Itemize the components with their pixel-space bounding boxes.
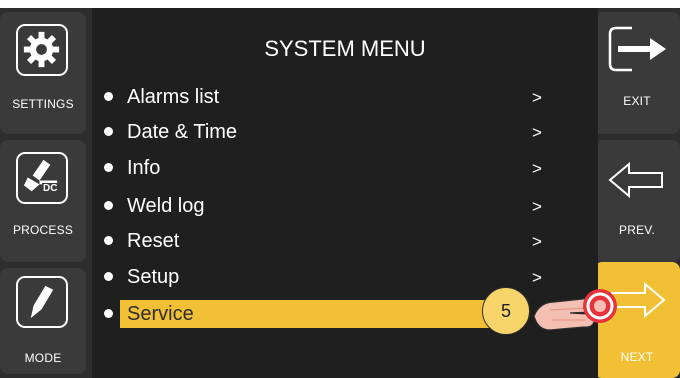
menu-item-label: Weld log xyxy=(127,195,205,217)
mode-button[interactable]: MODE xyxy=(0,268,86,374)
pen-icon xyxy=(30,285,54,319)
menu-item-label: Alarms list xyxy=(127,86,220,108)
exit-label: EXIT xyxy=(623,94,651,108)
pressing-hand-icon xyxy=(533,289,617,331)
next-label: NEXT xyxy=(620,350,654,364)
bullet-icon xyxy=(104,127,113,136)
menu-item-weld-log[interactable]: Weld log > xyxy=(104,194,554,222)
step-number-badge: 5 xyxy=(482,287,530,335)
bullet-icon xyxy=(104,201,113,210)
menu-item-reset[interactable]: Reset > xyxy=(104,229,554,257)
page-title: SYSTEM MENU xyxy=(264,36,426,61)
bullet-icon xyxy=(104,92,113,101)
menu-item-date-time[interactable]: Date & Time > xyxy=(104,120,554,148)
menu-item-label: Info xyxy=(127,157,161,179)
exit-icon xyxy=(608,26,666,72)
dc-badge: DC xyxy=(42,183,59,195)
menu-item-alarms-list[interactable]: Alarms list > xyxy=(104,85,554,113)
chevron-right-icon: > xyxy=(532,232,542,251)
menu-item-label: Date & Time xyxy=(127,121,238,143)
menu-item-label: Reset xyxy=(127,230,180,252)
chevron-right-icon: > xyxy=(532,88,542,107)
process-label: PROCESS xyxy=(12,223,74,237)
bullet-icon xyxy=(104,272,113,281)
process-icon-frame: DC xyxy=(16,152,68,204)
prev-label: PREV. xyxy=(619,223,655,237)
bullet-icon xyxy=(104,309,113,318)
mode-label: MODE xyxy=(24,351,62,365)
settings-label: SETTINGS xyxy=(12,97,74,111)
menu-item-info[interactable]: Info > xyxy=(104,156,554,184)
menu-item-setup[interactable]: Setup > xyxy=(104,265,554,293)
bullet-icon xyxy=(104,236,113,245)
menu-item-label: Service xyxy=(127,303,194,325)
bullet-icon xyxy=(104,163,113,172)
menu-item-label: Setup xyxy=(127,266,180,288)
arrow-left-icon xyxy=(608,161,663,199)
prev-button[interactable]: PREV. xyxy=(594,140,680,262)
gear-icon xyxy=(23,31,60,68)
mode-icon-frame xyxy=(16,276,68,328)
exit-button[interactable]: EXIT xyxy=(594,12,680,134)
chevron-right-icon: > xyxy=(532,197,542,216)
settings-button[interactable]: SETTINGS xyxy=(0,12,86,134)
settings-icon-frame xyxy=(16,24,68,76)
process-button[interactable]: DC PROCESS xyxy=(0,140,86,262)
chevron-right-icon: > xyxy=(532,159,542,178)
chevron-right-icon: > xyxy=(532,123,542,142)
